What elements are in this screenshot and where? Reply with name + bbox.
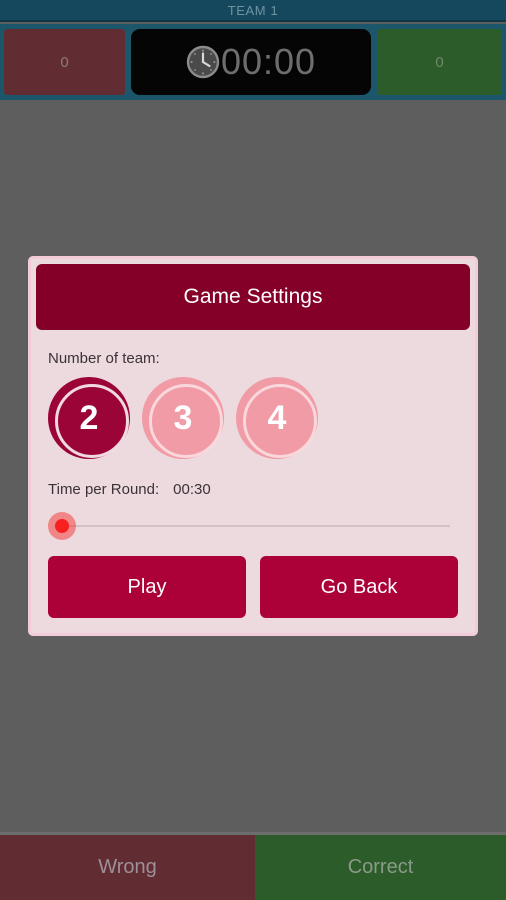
wrong-button[interactable]: Wrong <box>0 835 255 900</box>
dialog-actions: Play Go Back <box>48 556 458 618</box>
slider-thumb[interactable] <box>48 512 76 540</box>
go-back-button[interactable]: Go Back <box>260 556 458 618</box>
timer-box[interactable]: 00:00 <box>131 29 371 95</box>
game-settings-dialog: Game Settings Number of team: 2 3 4 Time… <box>28 256 478 636</box>
clock-icon <box>186 45 220 79</box>
correct-button-label: Correct <box>347 856 414 878</box>
time-per-round-label: Time per Round: <box>48 481 160 498</box>
scoreboard: 0 00:00 0 <box>0 24 506 100</box>
correct-score-box[interactable]: 0 <box>377 29 502 95</box>
team-count-options: 2 3 4 <box>48 377 458 459</box>
time-per-round-slider[interactable] <box>48 512 458 540</box>
team-banner: TEAM 1 <box>0 0 506 22</box>
wrong-button-label: Wrong <box>98 856 157 878</box>
team-count-option-2[interactable]: 2 <box>48 377 130 459</box>
dialog-title: Game Settings <box>183 285 323 308</box>
team-count-option-4[interactable]: 4 <box>236 377 318 459</box>
team-count-option-4-label: 4 <box>267 398 287 437</box>
team-count-option-2-label: 2 <box>79 398 99 437</box>
wrong-score-value: 0 <box>60 53 69 71</box>
team-count-option-3-label: 3 <box>173 398 193 437</box>
number-of-team-label: Number of team: <box>48 350 160 367</box>
correct-score-value: 0 <box>435 53 444 71</box>
team-count-option-3[interactable]: 3 <box>142 377 224 459</box>
bottom-action-bar: Wrong Correct <box>0 832 506 900</box>
play-button[interactable]: Play <box>48 556 246 618</box>
dialog-header: Game Settings <box>36 264 470 330</box>
time-per-round-row: Time per Round: 00:30 <box>48 481 458 498</box>
correct-button[interactable]: Correct <box>255 835 506 900</box>
slider-track[interactable] <box>66 525 450 527</box>
dialog-body: Number of team: 2 3 4 Time per Round: 00… <box>36 334 470 628</box>
team-banner-label: TEAM 1 <box>227 2 279 18</box>
timer-value: 00:00 <box>220 41 317 82</box>
time-per-round-value: 00:30 <box>173 481 211 498</box>
wrong-score-box[interactable]: 0 <box>4 29 125 95</box>
